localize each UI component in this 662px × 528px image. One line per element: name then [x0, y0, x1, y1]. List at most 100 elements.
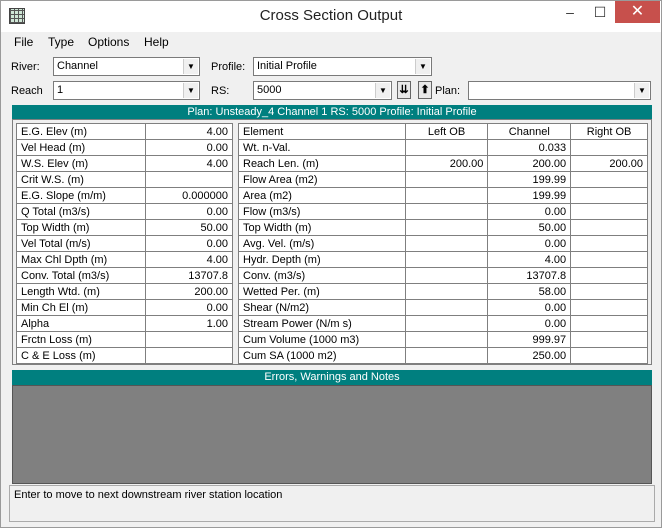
right-ob-value — [570, 235, 648, 252]
menu-options[interactable]: Options — [88, 35, 129, 49]
channel-value: 0.00 — [487, 203, 572, 220]
left-ob-value — [404, 315, 489, 332]
left-ob-value — [404, 299, 489, 316]
element-label: Flow Area (m2) — [238, 171, 406, 188]
channel-value: 58.00 — [487, 283, 572, 300]
table-row: Conv. (m3/s) 13707.8 — [238, 267, 648, 284]
table-row: Hydr. Depth (m) 4.00 — [238, 251, 648, 268]
next-upstream-button[interactable]: ⬆ — [418, 81, 432, 99]
channel-value: 13707.8 — [487, 267, 572, 284]
row-value: 200.00 — [145, 283, 233, 300]
menu-type[interactable]: Type — [48, 35, 74, 49]
table-row: Conv. Total (m3/s) 13707.8 — [15, 267, 233, 284]
left-ob-value — [404, 187, 489, 204]
cross-section-output-window: Cross Section Output – ☐ ✕ File Type Opt… — [0, 0, 662, 528]
chevron-down-icon[interactable]: ▼ — [375, 83, 390, 98]
header-element: Element — [238, 123, 406, 140]
chevron-down-icon[interactable]: ▼ — [183, 83, 198, 98]
next-downstream-button[interactable]: ⇊ — [397, 81, 411, 99]
left-ob-value — [404, 331, 489, 348]
row-label: E.G. Elev (m) — [15, 123, 147, 140]
errors-warnings-notes-box[interactable] — [12, 385, 652, 484]
channel-value: 199.99 — [487, 187, 572, 204]
chevron-down-icon[interactable]: ▼ — [634, 83, 649, 98]
rs-select[interactable]: 5000 ▼ — [253, 81, 392, 100]
element-label: Shear (N/m2) — [238, 299, 406, 316]
right-ob-value — [570, 187, 648, 204]
table-row: Flow (m3/s) 0.00 — [238, 203, 648, 220]
table-row: Max Chl Dpth (m) 4.00 — [15, 251, 233, 268]
menu-file[interactable]: File — [14, 35, 33, 49]
reach-label: Reach — [11, 85, 43, 97]
table-row: Wetted Per. (m) 58.00 — [238, 283, 648, 300]
element-label: Wt. n-Val. — [238, 139, 406, 156]
row-value: 1.00 — [145, 315, 233, 332]
table-row: E.G. Elev (m) 4.00 — [15, 123, 233, 140]
table-row: E.G. Slope (m/m) 0.000000 — [15, 187, 233, 204]
profile-select[interactable]: Initial Profile ▼ — [253, 57, 432, 76]
row-value: 50.00 — [145, 219, 233, 236]
left-ob-value: 200.00 — [404, 155, 489, 172]
left-ob-value — [404, 139, 489, 156]
channel-value: 0.00 — [487, 235, 572, 252]
table-row: Q Total (m3/s) 0.00 — [15, 203, 233, 220]
rs-value: 5000 — [257, 84, 282, 96]
plan-banner: Plan: Unsteady_4 Channel 1 RS: 5000 Prof… — [12, 105, 652, 120]
left-ob-value — [404, 203, 489, 220]
table-row: Wt. n-Val. 0.033 — [238, 139, 648, 156]
row-label: Length Wtd. (m) — [15, 283, 147, 300]
row-value — [145, 171, 233, 188]
rs-label: RS: — [211, 85, 230, 97]
river-label: River: — [11, 61, 40, 73]
right-ob-value — [570, 347, 648, 364]
left-ob-value — [404, 219, 489, 236]
element-table: Element Left OB Channel Right OB Wt. n-V… — [238, 123, 648, 364]
right-ob-value — [570, 267, 648, 284]
row-label: E.G. Slope (m/m) — [15, 187, 147, 204]
menu-help[interactable]: Help — [144, 35, 169, 49]
left-ob-value — [404, 251, 489, 268]
close-button[interactable]: ✕ — [615, 1, 660, 23]
table-row: Cum SA (1000 m2) 250.00 — [238, 347, 648, 364]
summary-table: E.G. Elev (m) 4.00 Vel Head (m) 0.00 W.S. El… — [15, 123, 233, 364]
channel-value: 999.97 — [487, 331, 572, 348]
header-right-ob: Right OB — [570, 123, 648, 140]
profile-label: Profile: — [211, 61, 246, 73]
river-select[interactable]: Channel ▼ — [53, 57, 200, 76]
channel-value: 200.00 — [487, 155, 572, 172]
row-label: Top Width (m) — [15, 219, 147, 236]
menu-bar: File Type Options Help — [2, 32, 660, 52]
element-label: Hydr. Depth (m) — [238, 251, 406, 268]
channel-value: 0.00 — [487, 299, 572, 316]
right-ob-value — [570, 251, 648, 268]
minimize-button[interactable]: – — [557, 1, 583, 23]
table-row: Reach Len. (m) 200.00 200.00 200.00 — [238, 155, 648, 172]
reach-value: 1 — [57, 84, 64, 96]
reach-select[interactable]: 1 ▼ — [53, 81, 200, 100]
right-ob-value — [570, 171, 648, 188]
element-label: Wetted Per. (m) — [238, 283, 406, 300]
element-label: Top Width (m) — [238, 219, 406, 236]
right-ob-value — [570, 299, 648, 316]
row-value: 4.00 — [145, 123, 233, 140]
right-ob-value — [570, 139, 648, 156]
chevron-down-icon[interactable]: ▼ — [183, 59, 198, 74]
row-label: Max Chl Dpth (m) — [15, 251, 147, 268]
row-value: 4.00 — [145, 251, 233, 268]
row-label: Min Ch El (m) — [15, 299, 147, 316]
row-label: Vel Total (m/s) — [15, 235, 147, 252]
chevron-down-icon[interactable]: ▼ — [415, 59, 430, 74]
row-value: 0.00 — [145, 235, 233, 252]
maximize-button[interactable]: ☐ — [587, 1, 613, 23]
row-value: 0.00 — [145, 299, 233, 316]
channel-value: 0.00 — [487, 315, 572, 332]
channel-value: 4.00 — [487, 251, 572, 268]
channel-value: 0.033 — [487, 139, 572, 156]
table-row: Min Ch El (m) 0.00 — [15, 299, 233, 316]
plan-select[interactable]: ▼ — [468, 81, 651, 100]
table-row: Vel Head (m) 0.00 — [15, 139, 233, 156]
title-bar: Cross Section Output – ☐ ✕ — [1, 1, 661, 32]
right-ob-value — [570, 219, 648, 236]
table-row: C & E Loss (m) — [15, 347, 233, 364]
row-label: Conv. Total (m3/s) — [15, 267, 147, 284]
